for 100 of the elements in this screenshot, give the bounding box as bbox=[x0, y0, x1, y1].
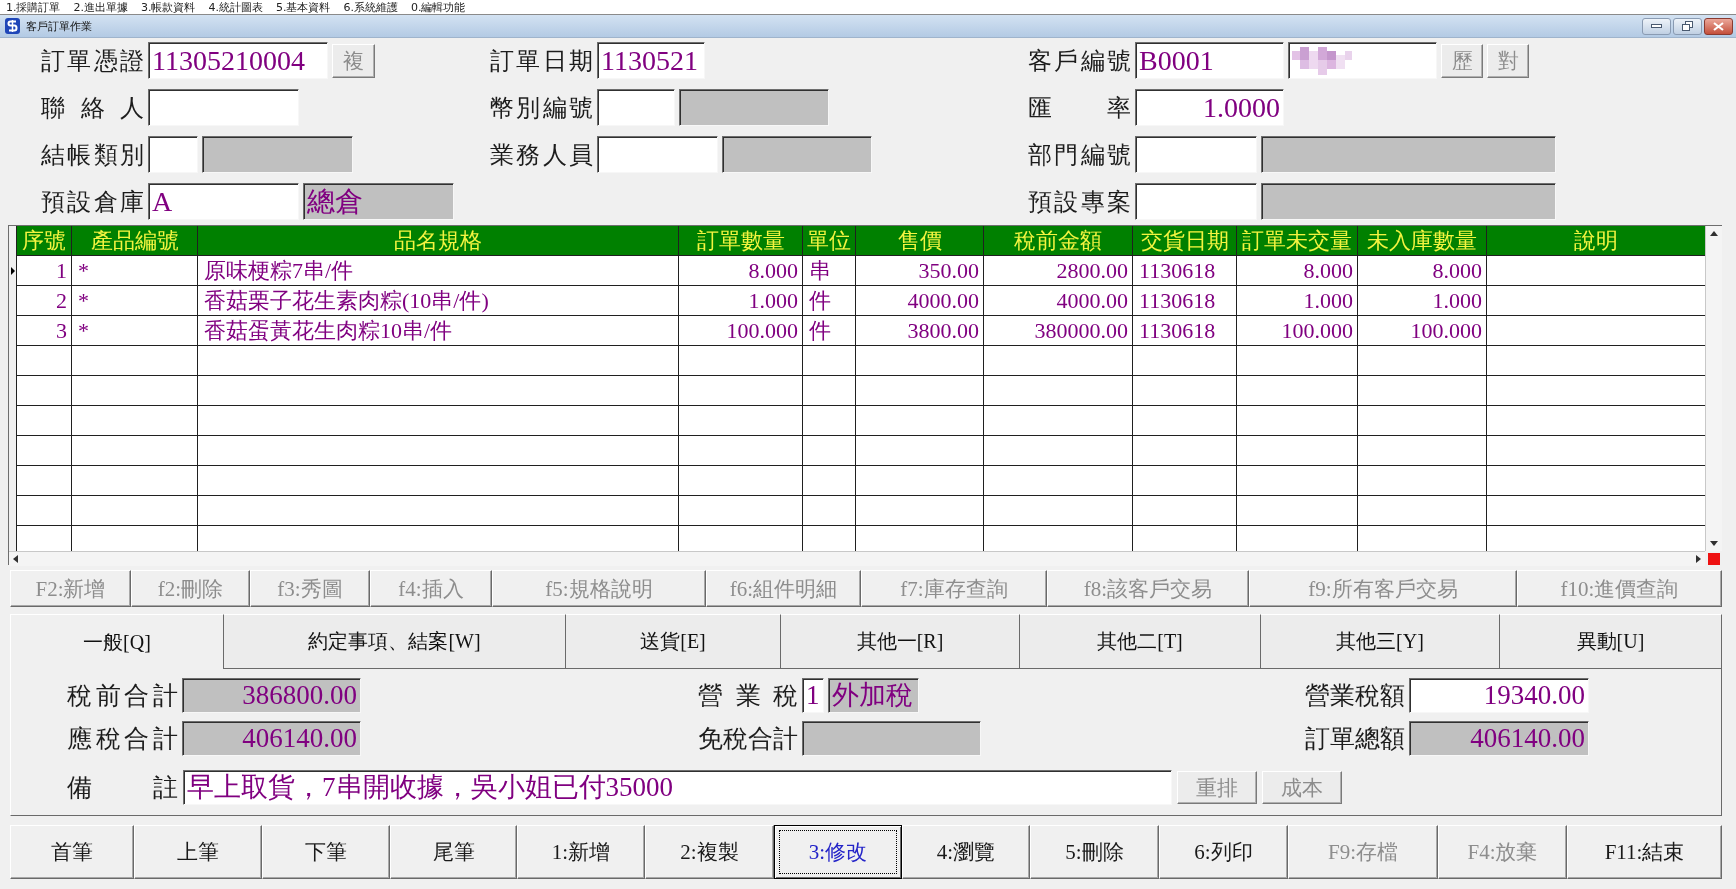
tab[interactable]: 異動[U] bbox=[1500, 614, 1722, 669]
table-cell-text: 香菇栗子花生素肉粽(10串/件) bbox=[203, 287, 490, 315]
table-cell-text: 100.000 bbox=[1409, 317, 1483, 345]
column-header[interactable]: 訂單未交量 bbox=[1237, 226, 1358, 256]
corner-marker-icon bbox=[1707, 552, 1720, 565]
customer-name-field[interactable] bbox=[1288, 42, 1437, 79]
tab[interactable]: 其他三[Y] bbox=[1261, 614, 1500, 669]
field-label: 預設倉庫 bbox=[41, 187, 144, 217]
restore-icon bbox=[1682, 21, 1693, 31]
table-cell-text: 100.000 bbox=[1280, 317, 1354, 345]
warehouse-name-field: 總倉 bbox=[303, 183, 454, 220]
tab[interactable]: 其他一[R] bbox=[781, 614, 1020, 669]
field-label: 部門編號 bbox=[1028, 140, 1131, 170]
table-cell-text: 8.000 bbox=[1302, 257, 1354, 285]
table-cell-text: 1130618 bbox=[1138, 287, 1217, 315]
field-label: 營業稅額 bbox=[1305, 681, 1405, 711]
table-cell-text: 2800.00 bbox=[1055, 257, 1129, 285]
scroll-right-icon[interactable] bbox=[1696, 555, 1701, 563]
taxable-total-field: 406140.00 bbox=[182, 721, 361, 756]
field-label: 營 業 稅 bbox=[698, 681, 798, 711]
menu-item[interactable]: 6.系統維護 bbox=[343, 0, 398, 14]
tab[interactable]: 一般[Q] bbox=[10, 614, 224, 669]
menu-item[interactable]: 5.基本資料 bbox=[276, 0, 331, 14]
scroll-down-icon[interactable] bbox=[1710, 541, 1718, 546]
record-nav-button[interactable]: F11:結束 bbox=[1567, 825, 1722, 879]
menu-item[interactable]: 4.統計圖表 bbox=[208, 0, 263, 14]
department-code-field[interactable] bbox=[1135, 136, 1257, 173]
field-label: 訂單憑證 bbox=[41, 46, 144, 76]
table-cell-text: 原味梗粽7串/件 bbox=[203, 257, 355, 285]
scroll-left-icon[interactable] bbox=[13, 555, 18, 563]
salesperson-code-field[interactable] bbox=[597, 136, 718, 173]
contact-field[interactable] bbox=[148, 89, 299, 126]
table-cell-text: 1.000 bbox=[747, 287, 799, 315]
column-header[interactable]: 說明 bbox=[1487, 226, 1705, 256]
table-cell-text: 1130618 bbox=[1138, 317, 1217, 345]
customer-code-field[interactable]: B0001 bbox=[1135, 42, 1284, 79]
column-header[interactable]: 訂單數量 bbox=[679, 226, 803, 256]
field-label: 訂單日期 bbox=[490, 46, 593, 76]
record-nav-button[interactable]: 首筆 bbox=[10, 825, 134, 879]
menu-item[interactable]: 2.進出單據 bbox=[73, 0, 128, 14]
menu-item[interactable]: 3.帳款資料 bbox=[141, 0, 196, 14]
column-header[interactable]: 單位 bbox=[803, 226, 856, 256]
field-label: 應稅合計 bbox=[67, 724, 178, 754]
column-header[interactable]: 稅前金額 bbox=[984, 226, 1133, 256]
vertical-scrollbar[interactable] bbox=[1705, 226, 1722, 551]
billing-type-code-field[interactable] bbox=[148, 136, 198, 173]
column-header[interactable]: 未入庫數量 bbox=[1358, 226, 1487, 256]
record-nav-button[interactable]: 4:瀏覽 bbox=[902, 825, 1030, 879]
warehouse-code-field[interactable]: A bbox=[148, 183, 299, 220]
table-cell-text: 件 bbox=[808, 317, 832, 345]
record-nav-button[interactable]: 1:新增 bbox=[517, 825, 645, 879]
field-label: 客戶編號 bbox=[1028, 46, 1131, 76]
field-label: 聯 絡 人 bbox=[41, 93, 144, 123]
tab[interactable]: 約定事項、結案[W] bbox=[224, 614, 566, 669]
exchange-rate-field[interactable]: 1.0000 bbox=[1135, 89, 1284, 126]
horizontal-scrollbar[interactable] bbox=[9, 551, 1705, 566]
table-cell-text: 8.000 bbox=[1431, 257, 1483, 285]
table-cell-text: 1 bbox=[55, 257, 68, 285]
tax-type-code-field[interactable]: 1 bbox=[802, 678, 824, 713]
table-cell-text: 8.000 bbox=[747, 257, 799, 285]
table-cell-text: 380000.00 bbox=[1033, 317, 1129, 345]
record-nav-button[interactable]: 5:刪除 bbox=[1030, 825, 1159, 879]
field-label: 幣別編號 bbox=[490, 93, 593, 123]
table-cell-text: * bbox=[77, 287, 90, 315]
record-nav-button[interactable]: 上筆 bbox=[134, 825, 262, 879]
tab[interactable]: 送貨[E] bbox=[566, 614, 781, 669]
currency-code-field[interactable] bbox=[597, 89, 675, 126]
tax-amount-field[interactable]: 19340.00 bbox=[1409, 678, 1589, 713]
menu-item[interactable]: 0.編輯功能 bbox=[411, 0, 466, 14]
close-button[interactable] bbox=[1704, 17, 1733, 35]
field-label: 稅前合計 bbox=[67, 681, 178, 711]
column-header[interactable]: 產品編號 bbox=[72, 226, 198, 256]
table-cell-text: 3800.00 bbox=[906, 317, 980, 345]
voucher-number-field[interactable]: 11305210004 bbox=[148, 42, 328, 79]
column-header[interactable]: 品名規格 bbox=[198, 226, 679, 256]
minimize-button[interactable] bbox=[1642, 17, 1671, 35]
column-header[interactable]: 交貨日期 bbox=[1133, 226, 1237, 256]
remarks-field[interactable]: 早上取貨，7串開收據，吳小姐已付35000 bbox=[183, 770, 1172, 805]
field-label: 匯 率 bbox=[1028, 93, 1131, 123]
record-nav-button[interactable]: 下筆 bbox=[262, 825, 390, 879]
tab[interactable]: 其他二[T] bbox=[1020, 614, 1261, 669]
record-nav-button[interactable]: 尾筆 bbox=[390, 825, 517, 879]
table-cell-text: 香菇蛋黃花生肉粽10串/件 bbox=[203, 317, 454, 345]
record-nav-button[interactable]: 2:複製 bbox=[645, 825, 774, 879]
column-header[interactable]: 售價 bbox=[856, 226, 984, 256]
order-date-field[interactable]: 1130521 bbox=[597, 42, 705, 79]
record-nav-button[interactable]: 6:列印 bbox=[1159, 825, 1288, 879]
record-nav-button[interactable]: 3:修改 bbox=[774, 825, 902, 879]
project-code-field[interactable] bbox=[1135, 183, 1257, 220]
field-label: 結帳類別 bbox=[41, 140, 144, 170]
scroll-up-icon[interactable] bbox=[1710, 231, 1718, 236]
table-cell-text: * bbox=[77, 257, 90, 285]
minimize-icon bbox=[1651, 24, 1662, 28]
menu-item[interactable]: 1.採購訂單 bbox=[6, 0, 61, 14]
field-label: 備 註 bbox=[67, 773, 178, 803]
field-label: 訂單總額 bbox=[1305, 724, 1405, 754]
column-header[interactable]: 序號 bbox=[17, 226, 72, 256]
pretax-total-field: 386800.00 bbox=[182, 678, 361, 713]
restore-button[interactable] bbox=[1673, 17, 1702, 35]
app-icon bbox=[5, 18, 20, 34]
